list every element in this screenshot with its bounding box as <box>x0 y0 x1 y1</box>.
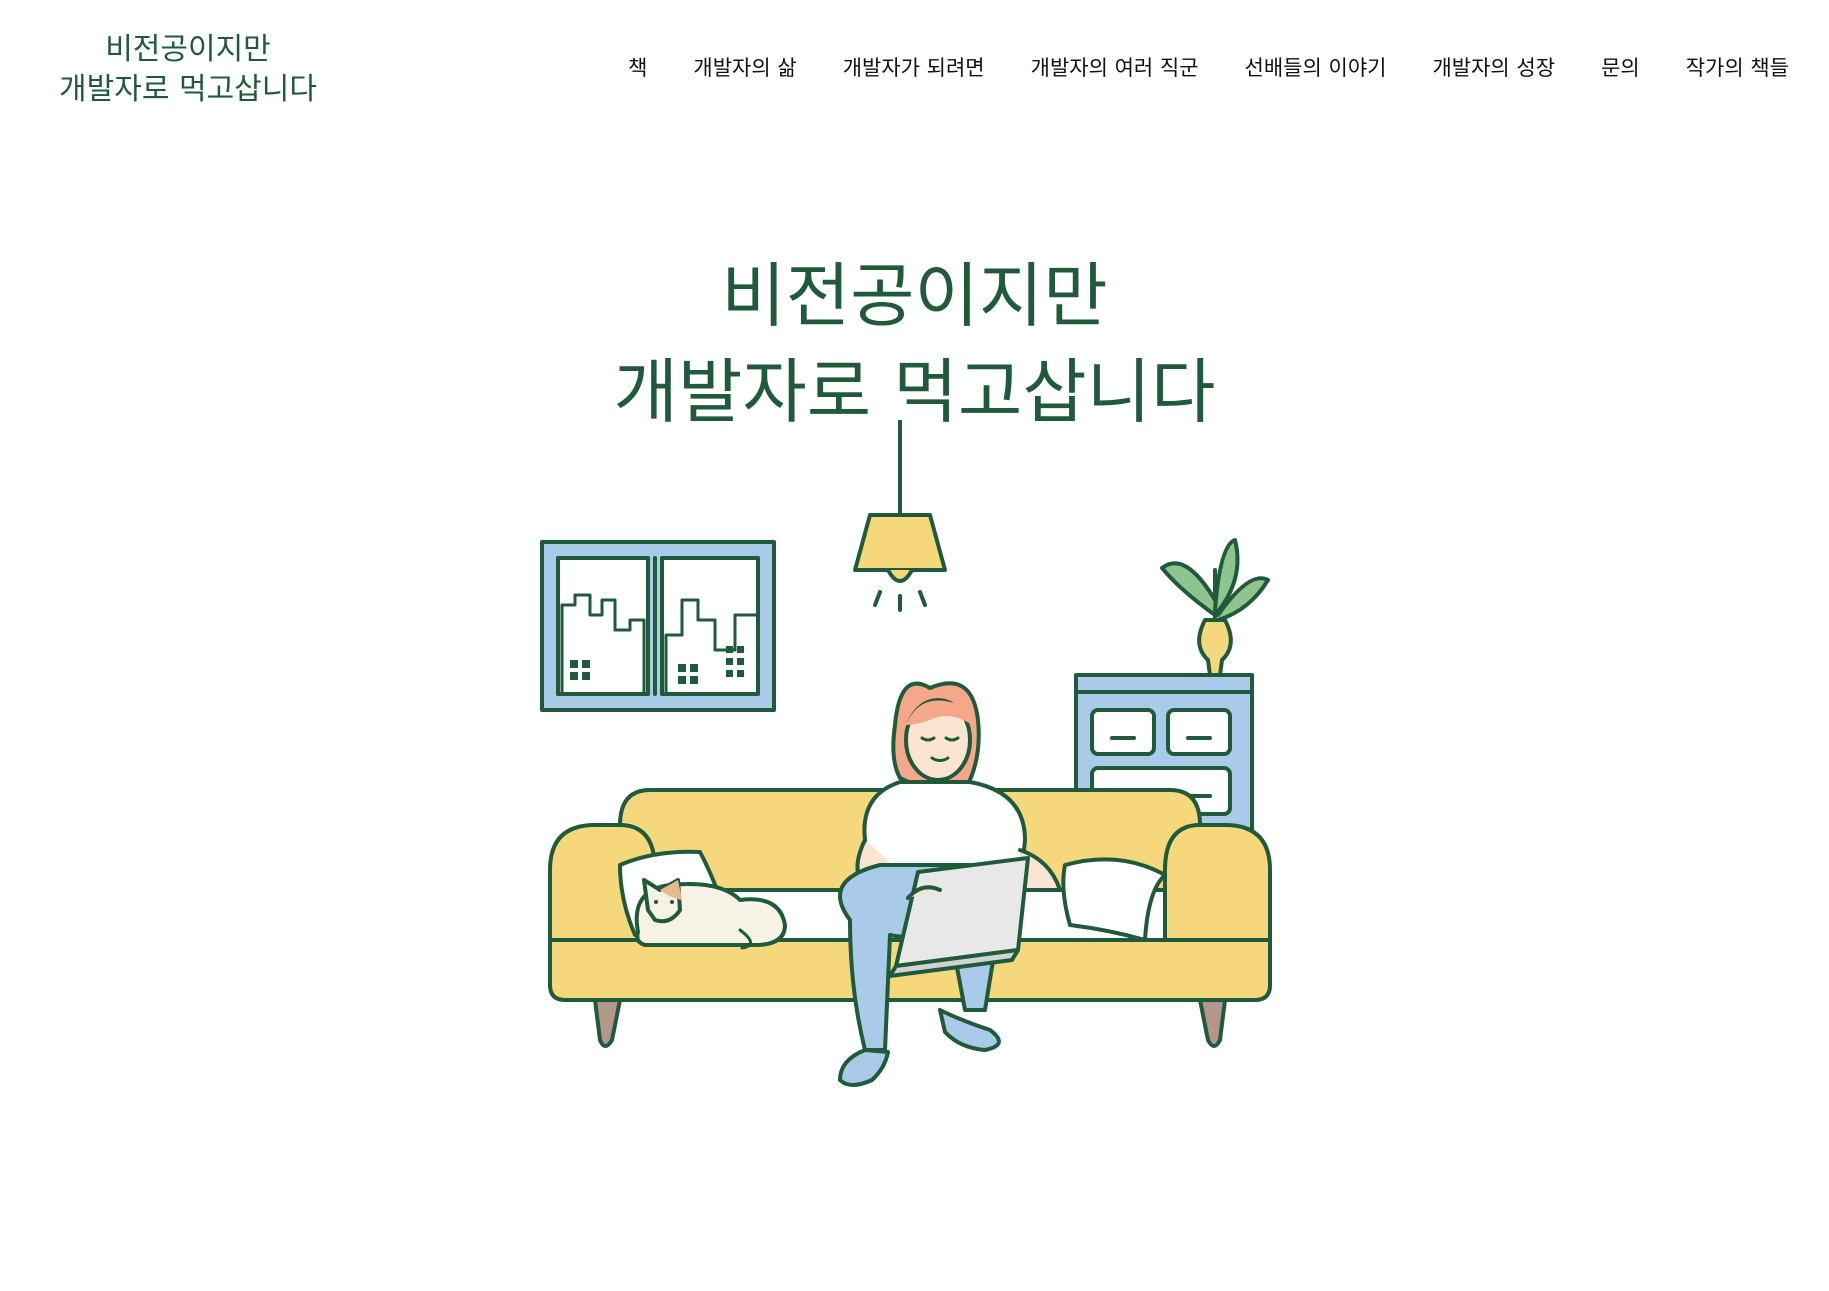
nav-item-developer-life[interactable]: 개발자의 삶 <box>693 52 796 82</box>
hero-title-line-1: 비전공이지만 <box>721 255 1108 337</box>
nav-item-developer-roles[interactable]: 개발자의 여러 직군 <box>1031 52 1199 82</box>
site-header: 비전공이지만 개발자로 먹고삽니다 책 개발자의 삶 개발자가 되려면 개발자의… <box>0 0 1829 140</box>
hero-title: 비전공이지만 개발자로 먹고삽니다 <box>0 248 1829 440</box>
nav-item-book[interactable]: 책 <box>628 52 647 82</box>
nav-item-developer-growth[interactable]: 개발자의 성장 <box>1432 52 1555 82</box>
site-logo[interactable]: 비전공이지만 개발자로 먹고삽니다 <box>38 30 338 110</box>
pillow-shape <box>1061 857 1167 942</box>
nav-item-senior-stories[interactable]: 선배들의 이야기 <box>1245 52 1387 82</box>
nav-item-contact[interactable]: 문의 <box>1601 52 1640 82</box>
nav-item-author-books[interactable]: 작가의 책들 <box>1686 52 1789 82</box>
logo-line-2: 개발자로 먹고삽니다 <box>59 72 317 107</box>
window-illustration <box>540 540 776 712</box>
main-nav: 책 개발자의 삶 개발자가 되려면 개발자의 여러 직군 선배들의 이야기 개발… <box>628 52 1789 82</box>
hero-illustration <box>540 420 1272 1087</box>
logo-line-1: 비전공이지만 <box>105 32 271 67</box>
plant-icon <box>1160 538 1270 677</box>
lamp-icon <box>853 420 947 612</box>
nav-item-becoming-developer[interactable]: 개발자가 되려면 <box>843 52 985 82</box>
